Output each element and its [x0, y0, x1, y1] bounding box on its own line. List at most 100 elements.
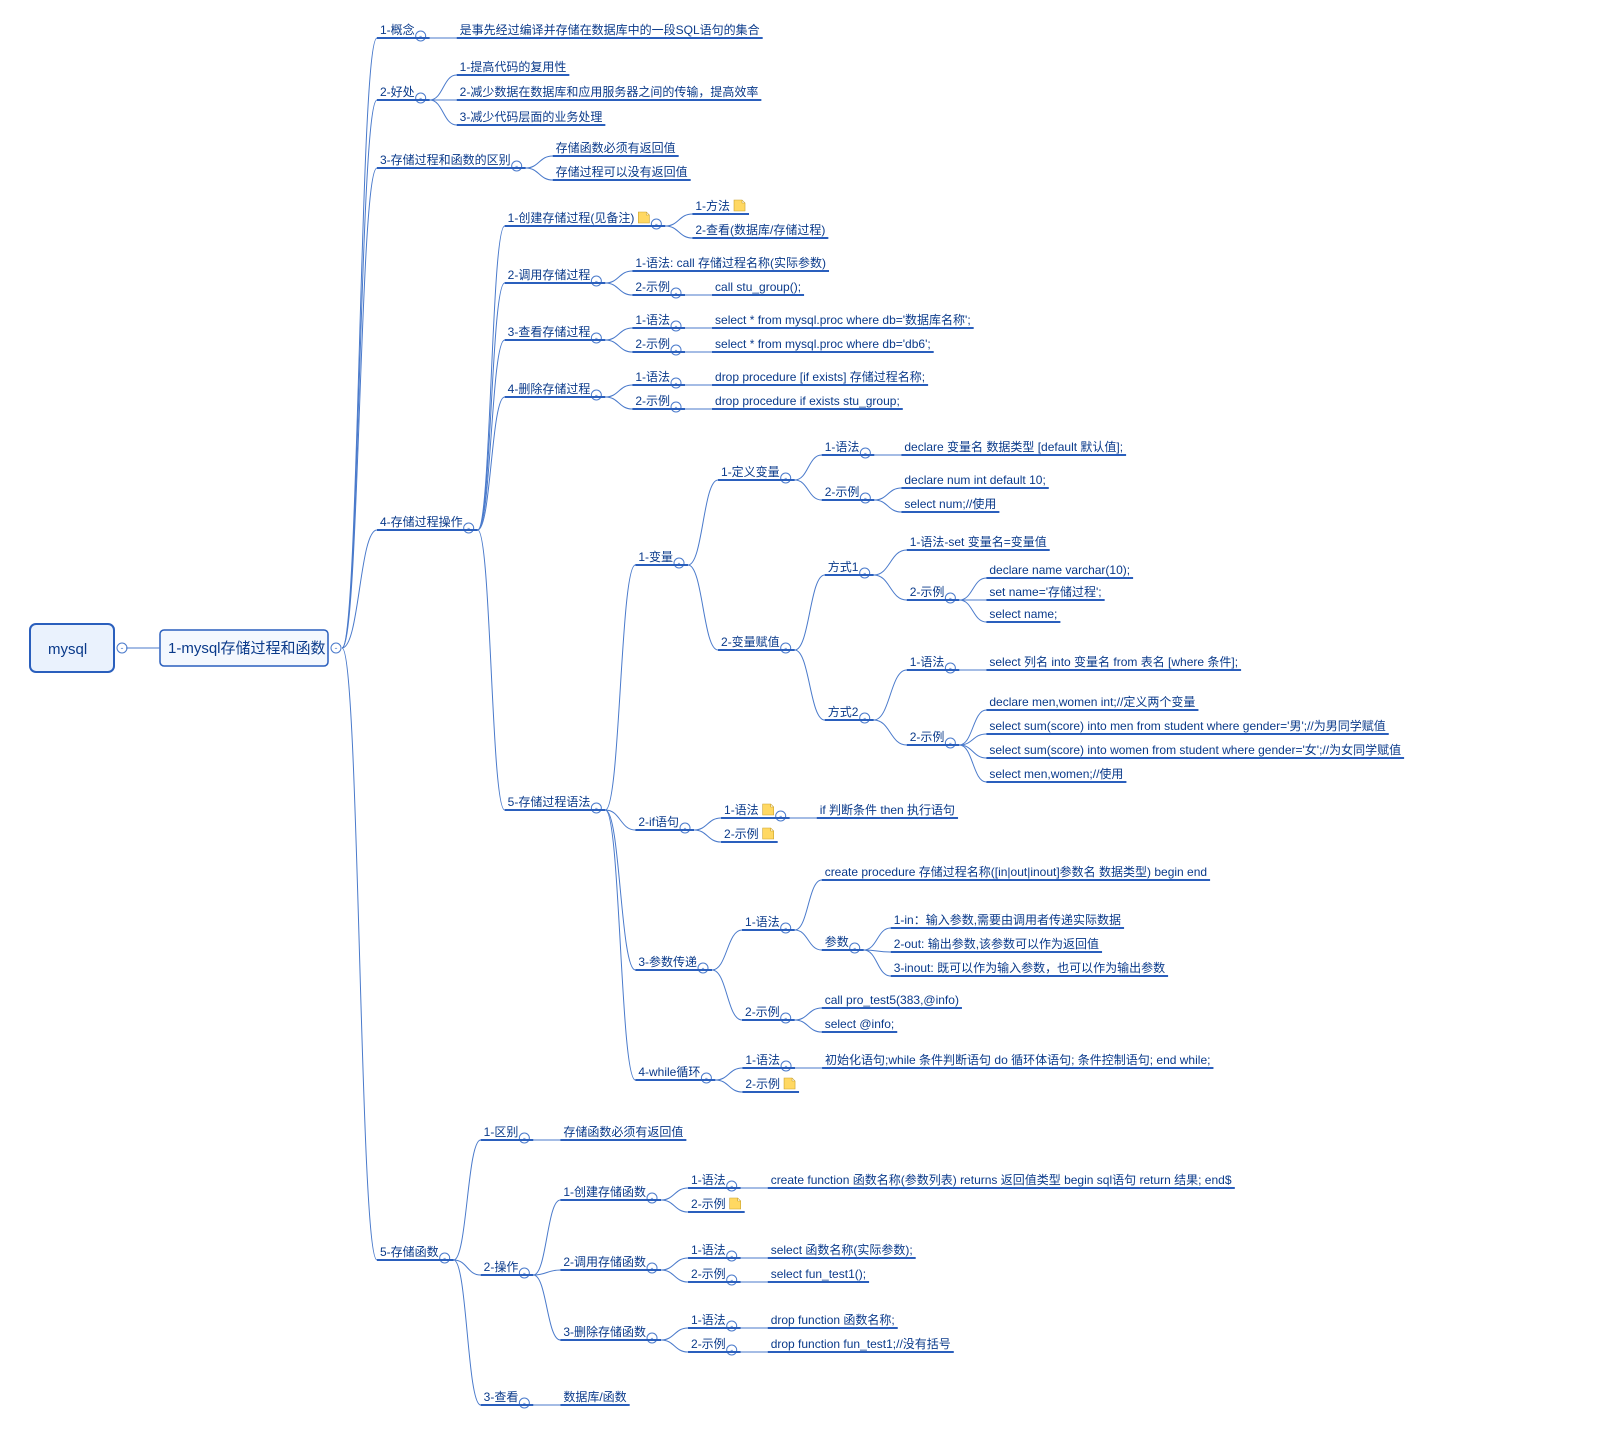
- node-n.n2_3[interactable]: 3-减少代码层面的业务处理: [460, 109, 603, 124]
- node-n.n521_1v[interactable]: create function 函数名称(参数列表) returns 返回值类型…: [771, 1172, 1232, 1187]
- node-n.m2_1[interactable]: 1-语法: [910, 655, 945, 669]
- node-n.n5[interactable]: 5-存储函数: [380, 1244, 439, 1259]
- node-n.n522_1v[interactable]: select 函数名称(实际参数);: [771, 1242, 913, 1257]
- node-n.n521_1[interactable]: 1-语法: [691, 1173, 726, 1187]
- node-n.n53v[interactable]: 数据库/函数: [563, 1389, 626, 1404]
- node-n.n42_2[interactable]: 2-示例: [635, 280, 670, 294]
- node-n.n4511[interactable]: 1-定义变量: [721, 464, 780, 479]
- svg-text:-: -: [651, 1193, 654, 1203]
- svg-text:select name;: select name;: [989, 607, 1057, 621]
- node-n.n4511_2a[interactable]: declare num int default 10;: [904, 473, 1045, 487]
- node-n.n4511_1v[interactable]: declare 变量名 数据类型 [default 默认值];: [904, 439, 1123, 454]
- node-n.n451[interactable]: 1-变量: [638, 549, 673, 564]
- node-n.n42[interactable]: 2-调用存储过程: [508, 267, 591, 282]
- svg-text:mysql: mysql: [48, 641, 87, 658]
- node-n.n4512[interactable]: 2-变量赋值: [721, 634, 780, 649]
- node-n.n45[interactable]: 5-存储过程语法: [508, 794, 591, 809]
- node-n.n41_2[interactable]: 2-查看(数据库/存储过程): [695, 222, 825, 237]
- svg-text:1-概念: 1-概念: [380, 22, 415, 37]
- node-n.n454_1[interactable]: 1-语法: [745, 1053, 780, 1067]
- node-n.n43_1v[interactable]: select * from mysql.proc where db='数据库名称…: [715, 312, 971, 327]
- node-n.n44_2v[interactable]: drop procedure if exists stu_group;: [715, 394, 900, 408]
- node-n.n51[interactable]: 1-区别: [484, 1125, 519, 1139]
- node-n.m2_2b[interactable]: select sum(score) into men from student …: [989, 718, 1385, 733]
- node-n.m2[interactable]: 方式2: [828, 704, 859, 719]
- node-n.n4511_1[interactable]: 1-语法: [825, 440, 860, 454]
- node-n.n4531[interactable]: 1-语法: [745, 915, 780, 929]
- node-n.m1[interactable]: 方式1: [828, 559, 859, 574]
- node-n.n4532a[interactable]: call pro_test5(383,@info): [825, 993, 959, 1007]
- node-n.n1[interactable]: 1-概念: [380, 22, 415, 37]
- svg-text:1-定义变量: 1-定义变量: [721, 464, 780, 479]
- svg-text:-: -: [785, 1061, 788, 1071]
- node-n.n43[interactable]: 3-查看存储过程: [508, 324, 591, 339]
- node-n.n43_2v[interactable]: select * from mysql.proc where db='db6';: [715, 337, 931, 351]
- node-n.n3_1[interactable]: 存储函数必须有返回值: [556, 140, 676, 155]
- node-n.n452_2[interactable]: 2-示例: [724, 827, 759, 841]
- node-n.n523_1v[interactable]: drop function 函数名称;: [771, 1312, 895, 1327]
- node-n.n522_2[interactable]: 2-示例: [691, 1267, 726, 1281]
- node-n.n454_2[interactable]: 2-示例: [745, 1077, 780, 1091]
- node-n.n454[interactable]: 4-while循环: [638, 1065, 700, 1079]
- node-n.n42_2v[interactable]: call stu_group();: [715, 280, 801, 294]
- node-n.n52[interactable]: 2-操作: [484, 1259, 519, 1274]
- node-n.n4532b[interactable]: select @info;: [825, 1017, 895, 1031]
- node-n.n41[interactable]: 1-创建存储过程(见备注): [508, 210, 635, 225]
- node-n.m2_1v[interactable]: select 列名 into 变量名 from 表名 [where 条件];: [989, 654, 1238, 669]
- node-n.m1_2a[interactable]: declare name varchar(10);: [989, 563, 1130, 577]
- node-n.n522_1[interactable]: 1-语法: [691, 1243, 726, 1257]
- node-n.n452_1[interactable]: 1-语法: [724, 803, 759, 817]
- node-n.n4511_2[interactable]: 2-示例: [825, 485, 860, 499]
- node-n.n4511_2b[interactable]: select num;//使用: [904, 496, 996, 511]
- root-node[interactable]: mysql: [30, 624, 114, 672]
- node-n.m2_2d[interactable]: select men,women;//使用: [989, 766, 1123, 781]
- svg-text:-: -: [595, 803, 598, 813]
- svg-text:select 函数名称(实际参数);: select 函数名称(实际参数);: [771, 1242, 913, 1257]
- svg-text:declare name varchar(10);: declare name varchar(10);: [989, 563, 1130, 577]
- node-n.n454_1v[interactable]: 初始化语句;while 条件判断语句 do 循环体语句; 条件控制语句; end…: [825, 1052, 1210, 1067]
- node-n.n522[interactable]: 2-调用存储函数: [563, 1254, 646, 1269]
- node-n.n1_1[interactable]: 是事先经过编译并存储在数据库中的一段SQL语句的集合: [460, 22, 760, 37]
- node-n.n3[interactable]: 3-存储过程和函数的区别: [380, 152, 511, 167]
- node-n.n523_2v[interactable]: drop function fun_test1;//没有括号: [771, 1336, 951, 1351]
- node-n.n44_1[interactable]: 1-语法: [635, 370, 670, 384]
- node-n.n2_2[interactable]: 2-减少数据在数据库和应用服务器之间的传输，提高效率: [460, 84, 759, 99]
- node-n.n521_2[interactable]: 2-示例: [691, 1197, 726, 1211]
- node-n.n453[interactable]: 3-参数传递: [638, 954, 697, 969]
- node-n.m2_2a[interactable]: declare men,women int;//定义两个变量: [989, 694, 1195, 709]
- node-n.m1_2c[interactable]: select name;: [989, 607, 1057, 621]
- node-n.n452[interactable]: 2-if语句: [638, 815, 679, 829]
- node-n.n523_2[interactable]: 2-示例: [691, 1337, 726, 1351]
- node-n.n3_2[interactable]: 存储过程可以没有返回值: [556, 164, 688, 179]
- node-n.n4[interactable]: 4-存储过程操作: [380, 514, 463, 529]
- svg-text:select 列名 into 变量名 from 表名 [wh: select 列名 into 变量名 from 表名 [where 条件];: [989, 654, 1238, 669]
- node-n.n43_1[interactable]: 1-语法: [635, 313, 670, 327]
- node-n.n452_1v[interactable]: if 判断条件 then 执行语句: [820, 802, 955, 817]
- node-n.n42_1[interactable]: 1-语法: call 存储过程名称(实际参数): [635, 255, 826, 270]
- node-n.n44[interactable]: 4-删除存储过程: [508, 381, 591, 396]
- node-n.p1[interactable]: 1-in：输入参数,需要由调用者传递实际数据: [894, 912, 1121, 927]
- node-n.n44_2[interactable]: 2-示例: [635, 394, 670, 408]
- node-n.n2_1[interactable]: 1-提高代码的复用性: [460, 59, 567, 74]
- node-n.n4532[interactable]: 2-示例: [745, 1005, 780, 1019]
- node-n.n522_2v[interactable]: select fun_test1();: [771, 1267, 866, 1281]
- node-n.p3[interactable]: 3-inout: 既可以作为输入参数，也可以作为输出参数: [894, 960, 1165, 975]
- node-n.n53[interactable]: 3-查看: [484, 1390, 519, 1404]
- node-n.n43_2[interactable]: 2-示例: [635, 337, 670, 351]
- sub-node[interactable]: 1-mysql存储过程和函数: [160, 630, 328, 666]
- node-n.n44_1v[interactable]: drop procedure [if exists] 存储过程名称;: [715, 369, 925, 384]
- node-n.p2[interactable]: 2-out: 输出参数,该参数可以作为返回值: [894, 936, 1099, 951]
- node-n.n51v[interactable]: 存储函数必须有返回值: [563, 1124, 683, 1139]
- node-n.m1_2b[interactable]: set name='存储过程';: [989, 584, 1101, 599]
- node-n.n4531v[interactable]: create procedure 存储过程名称([in|out|inout]参数…: [825, 864, 1207, 879]
- node-n.n523[interactable]: 3-删除存储函数: [563, 1324, 646, 1339]
- node-n.n2[interactable]: 2-好处: [380, 85, 415, 99]
- node-n.m2_2c[interactable]: select sum(score) into women from studen…: [989, 742, 1401, 757]
- node-n.m2_2[interactable]: 2-示例: [910, 730, 945, 744]
- node-n.m1_2[interactable]: 2-示例: [910, 585, 945, 599]
- node-n.n523_1[interactable]: 1-语法: [691, 1313, 726, 1327]
- node-n.n521[interactable]: 1-创建存储函数: [563, 1184, 646, 1199]
- node-n.n41_1[interactable]: 1-方法: [695, 198, 730, 213]
- node-n.p[interactable]: 参数: [825, 934, 849, 949]
- node-n.m1_1[interactable]: 1-语法-set 变量名=变量值: [910, 534, 1047, 549]
